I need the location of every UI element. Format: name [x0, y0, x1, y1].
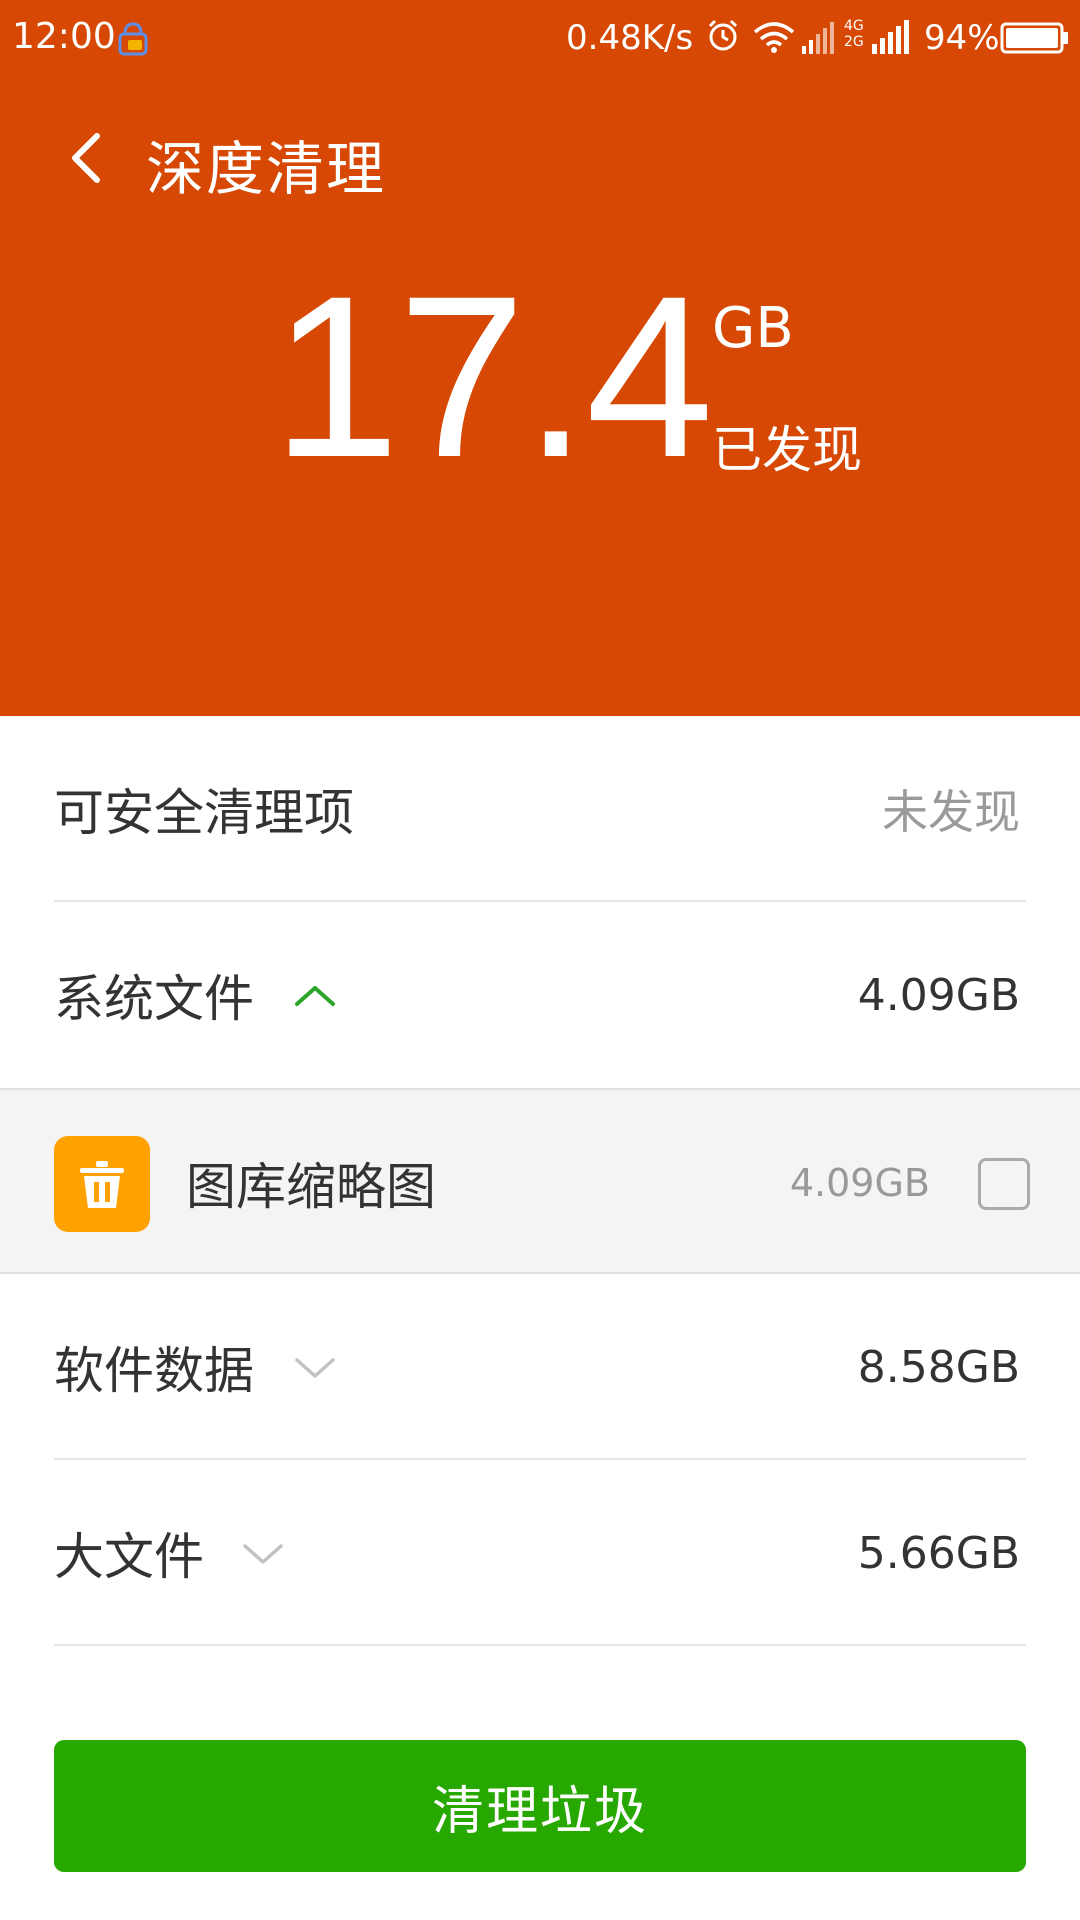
network-speed: 0.48K/s [566, 18, 694, 58]
software-data-row[interactable]: 软件数据 8.58GB [0, 1274, 1080, 1460]
total-junk-unit: GB [712, 296, 794, 361]
back-arrow-icon [72, 133, 100, 183]
safe-clean-status: 未发现 [882, 785, 1020, 839]
signal-icon [872, 20, 909, 54]
clean-junk-button[interactable]: 清理垃圾 [54, 1740, 1026, 1872]
battery-percent: 94% [924, 18, 1000, 58]
gallery-thumbnails-label: 图库缩略图 [186, 1158, 436, 1216]
found-label: 已发现 [712, 421, 862, 479]
notification-app-icon [118, 22, 148, 56]
software-data-size: 8.58GB [857, 1341, 1020, 1393]
divider [54, 1644, 1026, 1646]
safe-clean-label: 可安全清理项 [54, 784, 354, 842]
large-files-row[interactable]: 大文件 5.66GB [0, 1460, 1080, 1646]
gallery-thumbnails-size: 4.09GB [789, 1161, 930, 1205]
header-panel: 12:00 0.48K/s 4G 2G 94% 深度清理 17.4 GB 已发现 [0, 0, 1080, 716]
alarm-icon [708, 19, 738, 51]
total-junk-size: 17.4 [272, 248, 714, 505]
status-time: 12:00 [12, 16, 116, 57]
large-files-size: 5.66GB [857, 1527, 1020, 1579]
status-bar: 12:00 0.48K/s 4G 2G 94% [0, 0, 1080, 80]
network-type: 4G 2G [844, 18, 864, 50]
gallery-thumbnails-item[interactable]: 图库缩略图 4.09GB [0, 1088, 1080, 1274]
back-button[interactable] [50, 118, 120, 198]
system-files-label: 系统文件 [54, 970, 254, 1028]
wifi-icon [753, 22, 795, 53]
chevron-down-icon[interactable] [238, 1460, 288, 1646]
safe-clean-row[interactable]: 可安全清理项 未发现 [0, 716, 1080, 902]
page-title: 深度清理 [146, 135, 387, 203]
trash-icon [54, 1136, 150, 1232]
gallery-thumbnails-checkbox[interactable] [978, 1158, 1030, 1210]
battery-icon [1000, 22, 1068, 54]
software-data-label: 软件数据 [54, 1342, 254, 1400]
system-files-size: 4.09GB [857, 969, 1020, 1021]
large-files-label: 大文件 [54, 1528, 204, 1586]
chevron-down-icon[interactable] [290, 1274, 340, 1460]
chevron-up-icon[interactable] [290, 902, 340, 1088]
system-files-row[interactable]: 系统文件 4.09GB [0, 902, 1080, 1088]
